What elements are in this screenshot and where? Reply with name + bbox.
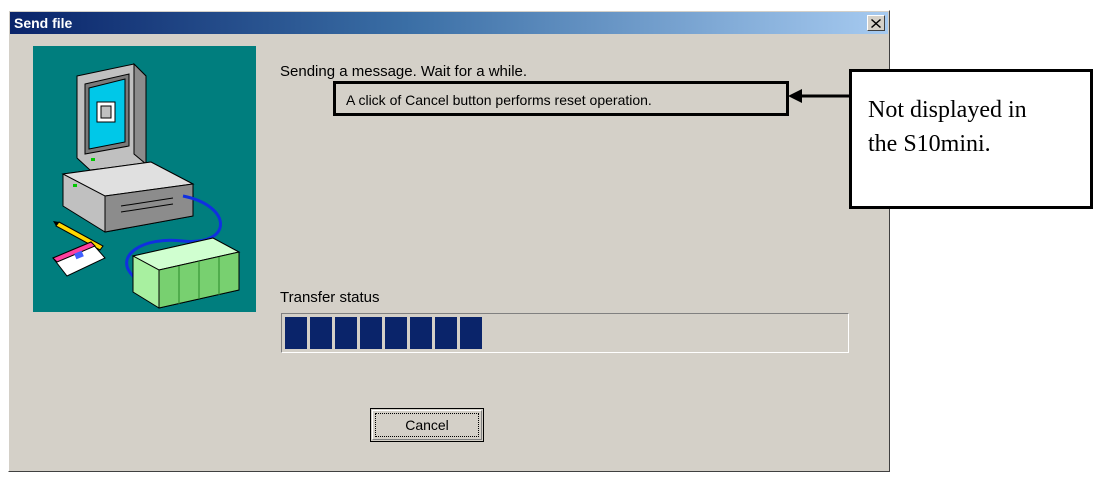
progress-block xyxy=(435,317,457,349)
send-file-illustration xyxy=(33,46,256,312)
screenshot-canvas: Send file Sending a message. Wait for a … xyxy=(0,0,1098,477)
close-icon xyxy=(871,15,881,31)
plc-unit-icon xyxy=(131,237,241,309)
close-button[interactable] xyxy=(867,15,885,31)
computer-monitor-icon xyxy=(61,62,195,233)
progress-block xyxy=(360,317,382,349)
progress-block xyxy=(310,317,332,349)
send-file-dialog: Send file Sending a message. Wait for a … xyxy=(8,10,890,472)
progress-block xyxy=(410,317,432,349)
transfer-status-label: Transfer status xyxy=(280,289,380,306)
window-title: Send file xyxy=(14,15,73,31)
title-bar[interactable]: Send file xyxy=(10,12,888,34)
progress-block xyxy=(385,317,407,349)
cancel-button-label: Cancel xyxy=(375,413,479,437)
progress-block xyxy=(335,317,357,349)
cancel-button[interactable]: Cancel xyxy=(370,408,484,442)
sending-message: Sending a message. Wait for a while. xyxy=(280,63,528,80)
transfer-progress-bar xyxy=(281,313,849,353)
progress-block xyxy=(285,317,307,349)
progress-block xyxy=(460,317,482,349)
progress-fill xyxy=(285,317,845,349)
annotation-highlight-box xyxy=(333,81,789,116)
annotation-callout: Not displayed in the S10mini. xyxy=(849,69,1093,209)
annotation-line-1: Not displayed in xyxy=(868,97,1027,123)
annotation-line-2: the S10mini. xyxy=(868,131,991,157)
annotation-arrow-icon xyxy=(788,89,850,103)
